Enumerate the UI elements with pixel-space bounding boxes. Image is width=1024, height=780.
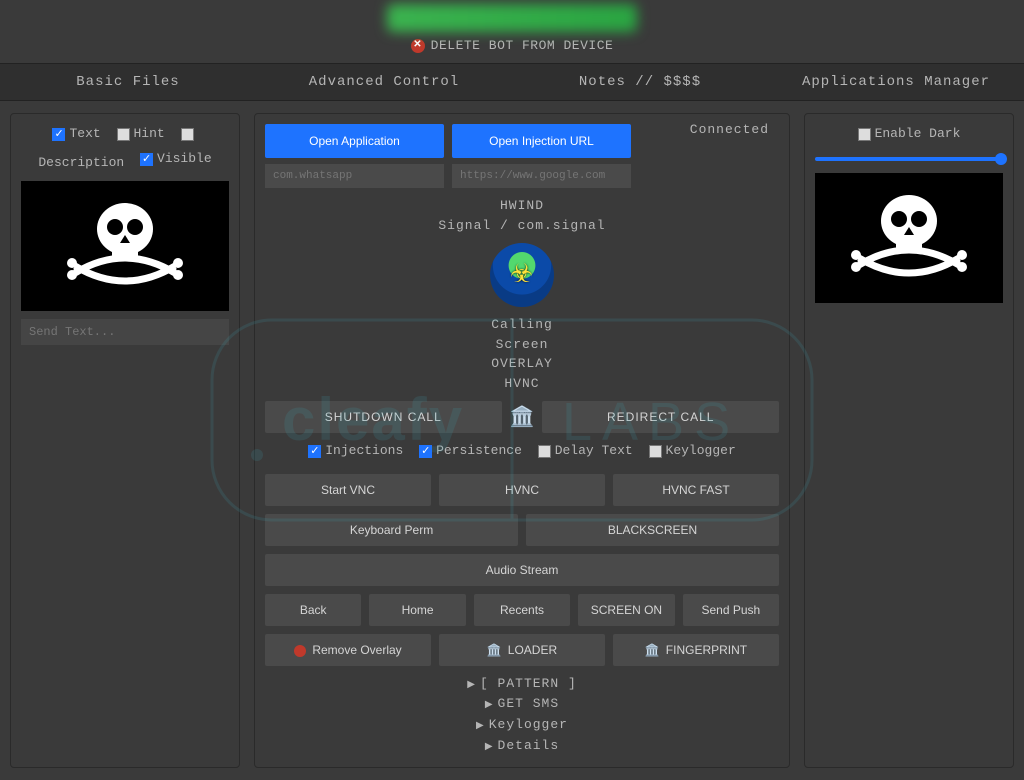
open-injection-url-button[interactable]: Open Injection URL <box>452 124 631 158</box>
biohazard-icon: ☣ <box>510 256 534 295</box>
hwind-label: HWIND <box>265 196 779 216</box>
center-panel: Connected Open Application Open Injectio… <box>254 113 790 768</box>
hvnc-fast-button[interactable]: HVNC FAST <box>613 474 779 506</box>
checkbox-description[interactable]: Description <box>38 153 124 174</box>
bank-icon: 🏛️ <box>645 643 660 657</box>
skull-icon <box>834 183 984 293</box>
shutdown-call-button[interactable]: SHUTDOWN CALL <box>265 401 502 433</box>
checkbox-delay-text[interactable]: Delay Text <box>538 441 633 462</box>
skull-image-left <box>21 181 229 311</box>
checkbox-visible[interactable]: Visible <box>140 149 212 170</box>
remove-overlay-button[interactable]: Remove Overlay <box>265 634 431 666</box>
back-button[interactable]: Back <box>265 594 361 626</box>
list-item-get-sms[interactable]: ▶GET SMS <box>265 694 779 715</box>
checkbox-hint[interactable]: Hint <box>117 124 165 145</box>
overlay-label: OVERLAY <box>265 354 779 374</box>
calling-label: Calling <box>265 315 779 335</box>
center-checkboxes: Injections Persistence Delay Text Keylog… <box>265 441 779 466</box>
target-avatar: ☣ <box>490 243 554 307</box>
checkbox-icon <box>308 445 321 458</box>
fingerprint-button[interactable]: 🏛️FINGERPRINT <box>613 634 779 666</box>
app-package-input[interactable] <box>265 164 444 188</box>
loader-button[interactable]: 🏛️LOADER <box>439 634 605 666</box>
bank-icon: 🏛️ <box>510 404 535 430</box>
keyboard-perm-button[interactable]: Keyboard Perm <box>265 514 518 546</box>
checkbox-empty[interactable] <box>181 128 198 141</box>
bank-icon: 🏛️ <box>487 643 502 657</box>
checkbox-icon <box>649 445 662 458</box>
send-push-button[interactable]: Send Push <box>683 594 779 626</box>
nav-bar: Basic Files Advanced Control Notes // $$… <box>0 63 1024 101</box>
triangle-icon: ▶ <box>467 680 476 691</box>
delete-bot-label: DELETE BOT FROM DEVICE <box>431 38 614 53</box>
checkbox-icon <box>858 128 871 141</box>
blackscreen-button[interactable]: BLACKSCREEN <box>526 514 779 546</box>
hvnc-label: HVNC <box>265 374 779 394</box>
open-application-button[interactable]: Open Application <box>265 124 444 158</box>
connected-status: Connected <box>690 122 769 137</box>
list-item-details[interactable]: ▶Details <box>265 736 779 757</box>
left-panel: Text Hint Description Visible <box>10 113 240 768</box>
left-checkboxes: Text Hint Description Visible <box>21 124 229 173</box>
send-text-input[interactable] <box>21 319 229 345</box>
target-info: HWIND Signal / com.signal ☣ Calling Scre… <box>265 196 779 393</box>
skull-icon <box>60 191 190 301</box>
hvnc-button[interactable]: HVNC <box>439 474 605 506</box>
checkbox-enable-dark[interactable]: Enable Dark <box>858 124 961 145</box>
recents-button[interactable]: Recents <box>474 594 570 626</box>
checkbox-icon <box>419 445 432 458</box>
signal-label: Signal / com.signal <box>265 216 779 236</box>
checkbox-icon <box>538 445 551 458</box>
nav-apps-manager[interactable]: Applications Manager <box>768 64 1024 100</box>
audio-stream-button[interactable]: Audio Stream <box>265 554 779 586</box>
list-item-keylogger[interactable]: ▶Keylogger <box>265 715 779 736</box>
checkbox-injections[interactable]: Injections <box>308 441 403 462</box>
checkbox-persistence[interactable]: Persistence <box>419 441 522 462</box>
triangle-icon: ▶ <box>485 700 494 711</box>
red-dot-icon <box>294 645 306 657</box>
close-icon: ✕ <box>411 39 425 53</box>
nav-notes[interactable]: Notes // $$$$ <box>512 64 768 100</box>
dark-slider[interactable] <box>815 157 1003 161</box>
checkbox-text[interactable]: Text <box>52 124 100 145</box>
nav-advanced-control[interactable]: Advanced Control <box>256 64 512 100</box>
checkbox-icon <box>117 128 130 141</box>
home-button[interactable]: Home <box>369 594 465 626</box>
skull-image-right <box>815 173 1003 303</box>
nav-basic-files[interactable]: Basic Files <box>0 64 256 100</box>
checkbox-icon <box>140 153 153 166</box>
checkbox-keylogger[interactable]: Keylogger <box>649 441 736 462</box>
delete-bot-bar[interactable]: ✕ DELETE BOT FROM DEVICE <box>0 32 1024 63</box>
slider-thumb[interactable] <box>995 153 1007 165</box>
list-item-pattern[interactable]: ▶[ PATTERN ] <box>265 674 779 695</box>
start-vnc-button[interactable]: Start VNC <box>265 474 431 506</box>
action-list: ▶[ PATTERN ] ▶GET SMS ▶Keylogger ▶Detail… <box>265 674 779 757</box>
screen-label: Screen <box>265 335 779 355</box>
checkbox-icon <box>181 128 194 141</box>
screen-on-button[interactable]: SCREEN ON <box>578 594 674 626</box>
triangle-icon: ▶ <box>476 721 485 732</box>
blurred-header <box>387 4 637 32</box>
redirect-call-button[interactable]: REDIRECT CALL <box>542 401 779 433</box>
triangle-icon: ▶ <box>485 742 494 753</box>
injection-url-input[interactable] <box>452 164 631 188</box>
right-panel: Enable Dark <box>804 113 1014 768</box>
checkbox-icon <box>52 128 65 141</box>
